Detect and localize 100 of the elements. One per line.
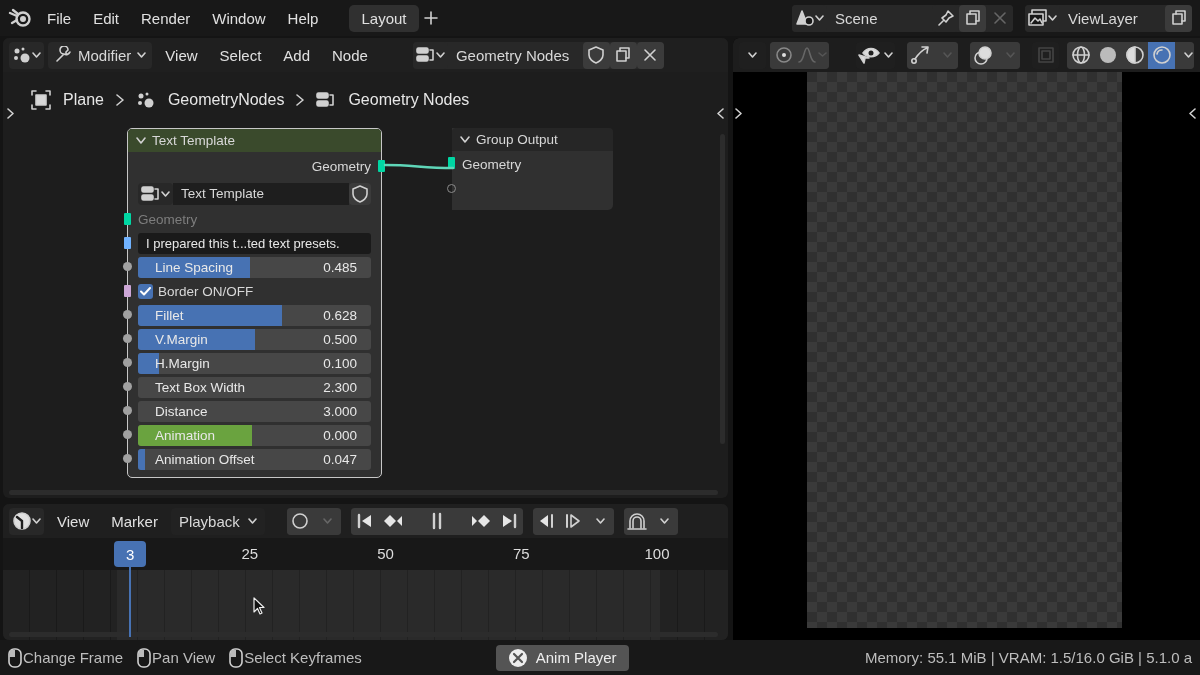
node-tree-icon	[141, 184, 161, 203]
dropdown-button[interactable]	[586, 507, 614, 535]
status-hint: Select Keyframes	[244, 649, 362, 666]
editor-type-button[interactable]	[9, 507, 44, 535]
menu-item[interactable]: File	[38, 5, 81, 31]
name-field[interactable]: Text Template	[173, 182, 349, 205]
proportional-edit-button[interactable]	[770, 41, 797, 69]
chevron-icon[interactable]	[735, 108, 742, 119]
caret-icon	[137, 52, 147, 58]
caret-icon	[247, 518, 257, 524]
dropdown-button[interactable]	[1175, 41, 1194, 69]
copy-icon[interactable]	[1170, 10, 1187, 26]
checkbox-label: Border ON/OFF	[158, 283, 254, 299]
target-icon	[774, 46, 793, 64]
gizmo-button[interactable]	[906, 41, 934, 69]
number-slider[interactable]: Animation Offset 0.047	[138, 448, 371, 470]
breadcrumb-item[interactable]: GeometryNodes	[167, 91, 285, 109]
menu-item[interactable]: Window	[203, 5, 275, 31]
pin-icon[interactable]	[937, 10, 954, 26]
cancel-icon	[507, 647, 528, 668]
menu-item[interactable]: Add	[274, 42, 319, 68]
node-tree-icon	[316, 91, 337, 109]
caret-icon	[32, 52, 41, 58]
node-group-selector[interactable]	[138, 182, 173, 205]
socket-dot[interactable]	[123, 454, 132, 463]
record-button[interactable]	[286, 507, 314, 535]
breadcrumb-item[interactable]: Plane	[63, 91, 104, 109]
square-icon	[31, 90, 51, 110]
checkbox[interactable]	[138, 283, 153, 299]
job-button[interactable]: Anim Player	[495, 644, 629, 671]
socket-dot[interactable]	[123, 310, 132, 319]
chevron-icon[interactable]	[717, 108, 724, 119]
jump-start-icon	[355, 512, 374, 530]
caret-icon	[883, 52, 893, 58]
number-slider[interactable]: V.Margin 0.500	[138, 328, 371, 350]
plus-icon[interactable]	[422, 10, 439, 26]
transport-button[interactable]	[494, 507, 523, 535]
editor-type-button[interactable]	[9, 41, 44, 69]
menu-item[interactable]: Node	[323, 42, 377, 68]
square-icon	[1036, 46, 1055, 64]
chevron-icon[interactable]	[7, 108, 14, 119]
socket-label: Geometry	[462, 156, 522, 172]
socket-dot[interactable]	[123, 262, 132, 271]
circle-icon	[1098, 46, 1117, 64]
caret-icon	[659, 518, 669, 524]
collapse-caret-icon[interactable]	[136, 137, 146, 144]
transport-button[interactable]	[532, 507, 560, 535]
snapping-button[interactable]	[623, 507, 651, 535]
shading-button[interactable]	[1121, 41, 1149, 69]
caret-icon	[815, 15, 824, 21]
mouse-icon	[137, 647, 152, 668]
shading-button[interactable]	[1067, 41, 1095, 69]
dropdown-button[interactable]	[650, 507, 678, 535]
falloff-button[interactable]	[797, 41, 830, 69]
menu-item[interactable]: Marker	[102, 508, 167, 534]
menu-item[interactable]: View	[48, 508, 99, 534]
chevron-icon[interactable]	[1189, 108, 1196, 119]
transport-button[interactable]	[350, 507, 379, 535]
node-card[interactable]: Group Output Geometry	[447, 128, 613, 210]
menu-item[interactable]: View	[156, 42, 207, 68]
overlays-button[interactable]	[969, 41, 997, 69]
node-title: Text Template	[152, 133, 236, 148]
node-tree-icon	[415, 46, 436, 64]
caret-icon	[942, 52, 952, 58]
caret-icon	[32, 518, 41, 524]
copy-icon[interactable]	[615, 47, 632, 63]
menu-item[interactable]: Render	[132, 5, 200, 31]
frame-number: 50	[377, 545, 394, 562]
caret-icon	[595, 518, 605, 524]
number-slider[interactable]: Animation 0.000	[138, 424, 371, 446]
breadcrumb-item[interactable]: Geometry Nodes	[348, 91, 470, 109]
socket-dot[interactable]	[123, 382, 132, 391]
prev-keyframe-icon	[383, 512, 402, 530]
app-logo-icon[interactable]	[8, 8, 34, 28]
text-field[interactable]: I prepared this t...ted text presets.	[138, 232, 371, 254]
socket-dot[interactable]	[123, 334, 132, 343]
wrench-icon	[54, 46, 72, 64]
socket-dot[interactable]	[123, 430, 132, 439]
copy-icon[interactable]	[964, 10, 981, 26]
menu-item[interactable]: Select	[210, 42, 271, 68]
playhead[interactable]: 3	[114, 541, 147, 637]
socket-dot[interactable]	[123, 358, 132, 367]
socket-dot[interactable]	[123, 406, 132, 415]
menu-item[interactable]: Edit	[84, 5, 129, 31]
caret-icon	[1005, 52, 1015, 58]
shield-icon[interactable]	[588, 46, 605, 64]
shield-icon[interactable]	[352, 184, 368, 203]
mode-dropdown[interactable]: Modifier	[48, 41, 153, 69]
number-slider[interactable]: Line Spacing 0.485	[138, 256, 371, 278]
chevron-icon	[115, 94, 124, 106]
chevron-icon	[296, 94, 305, 106]
caret-icon	[748, 52, 757, 58]
mouse-icon	[8, 647, 22, 668]
shading-button[interactable]	[1148, 41, 1176, 69]
workspace-tab[interactable]: Layout	[349, 4, 419, 32]
next-frame-icon	[564, 512, 583, 530]
number-slider[interactable]: Fillet 0.628	[138, 304, 371, 326]
collapse-caret-icon[interactable]	[460, 136, 470, 143]
menu-item[interactable]: Help	[278, 5, 328, 31]
scrollbar[interactable]	[9, 632, 718, 637]
